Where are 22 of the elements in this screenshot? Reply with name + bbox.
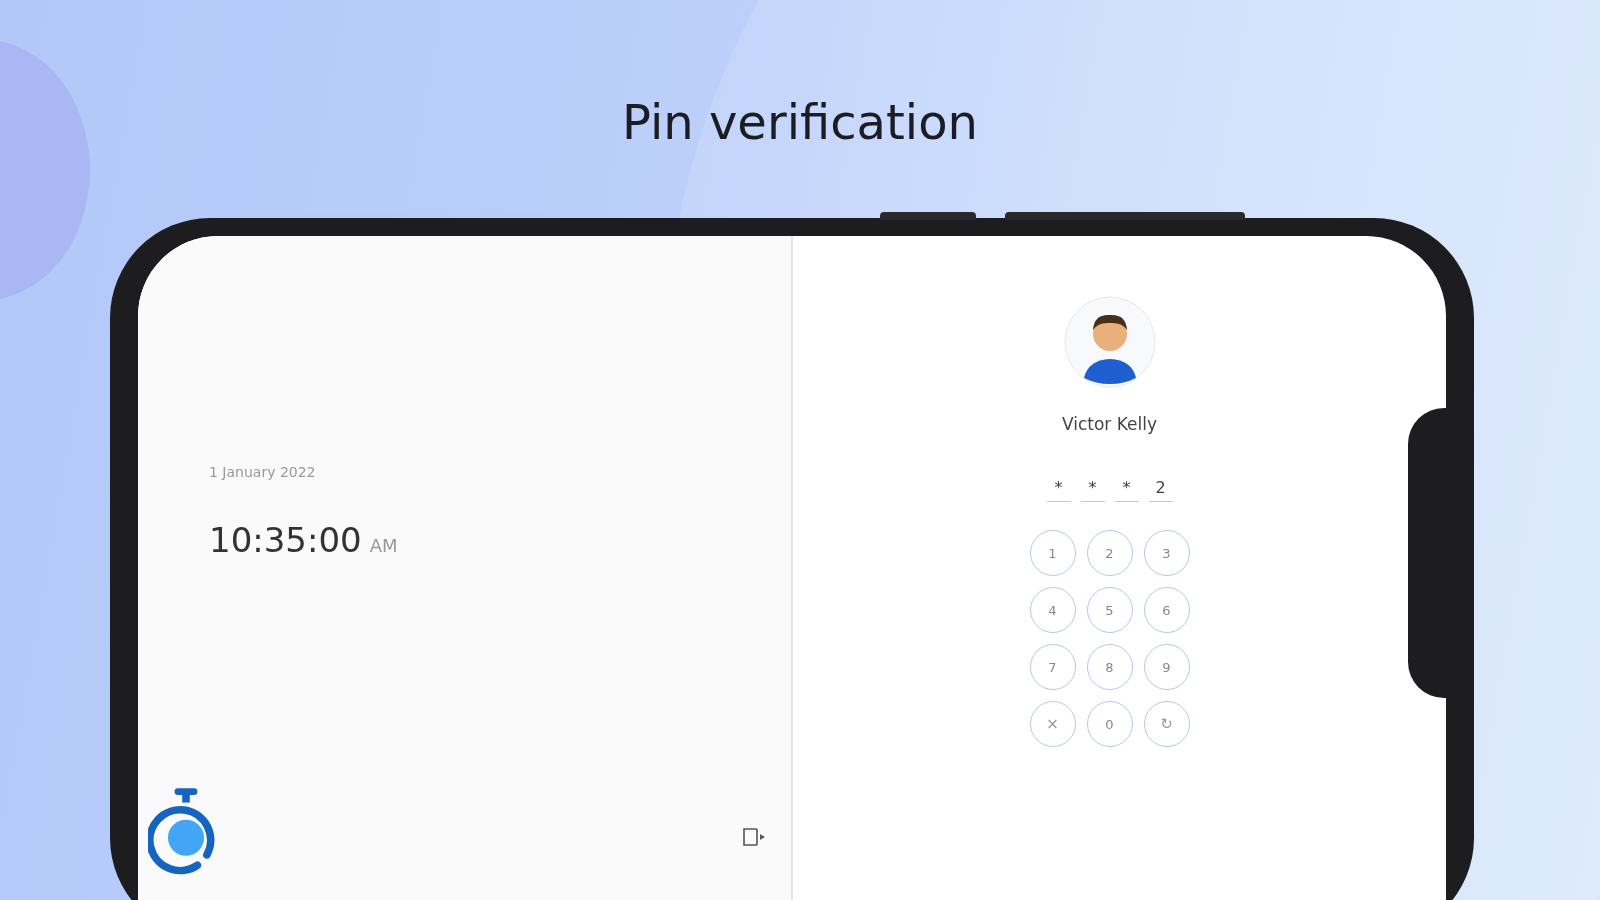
keypad-key[interactable]: 4 (1029, 587, 1076, 633)
pin-slot: 2 (1148, 478, 1173, 502)
keypad-key[interactable]: ↻ (1143, 701, 1190, 747)
page-title: Pin verification (621, 93, 979, 152)
keypad-key[interactable]: 7 (1029, 644, 1076, 690)
pin-slot: * (1114, 478, 1139, 502)
clock-time: 10:35:00 (209, 520, 362, 560)
exit-icon[interactable] (741, 826, 767, 848)
keypad-key[interactable]: 8 (1086, 644, 1133, 690)
keypad-key[interactable]: 9 (1143, 644, 1190, 690)
keypad-key[interactable]: 2 (1086, 530, 1133, 576)
keypad-key[interactable]: 1 (1029, 530, 1076, 576)
keypad-key[interactable]: 5 (1086, 587, 1133, 633)
user-name: Victor Kelly (1061, 414, 1158, 434)
pin-slot: * (1080, 478, 1105, 502)
keypad-key[interactable]: 6 (1143, 587, 1190, 633)
pin-slot: * (1046, 478, 1071, 502)
keypad-key[interactable]: × (1029, 701, 1076, 747)
keypad-key[interactable]: 3 (1143, 530, 1190, 576)
date-label: 1 January 2022 (209, 464, 317, 480)
meridiem-label: AM (369, 535, 398, 556)
keypad-key[interactable]: 0 (1086, 701, 1133, 747)
